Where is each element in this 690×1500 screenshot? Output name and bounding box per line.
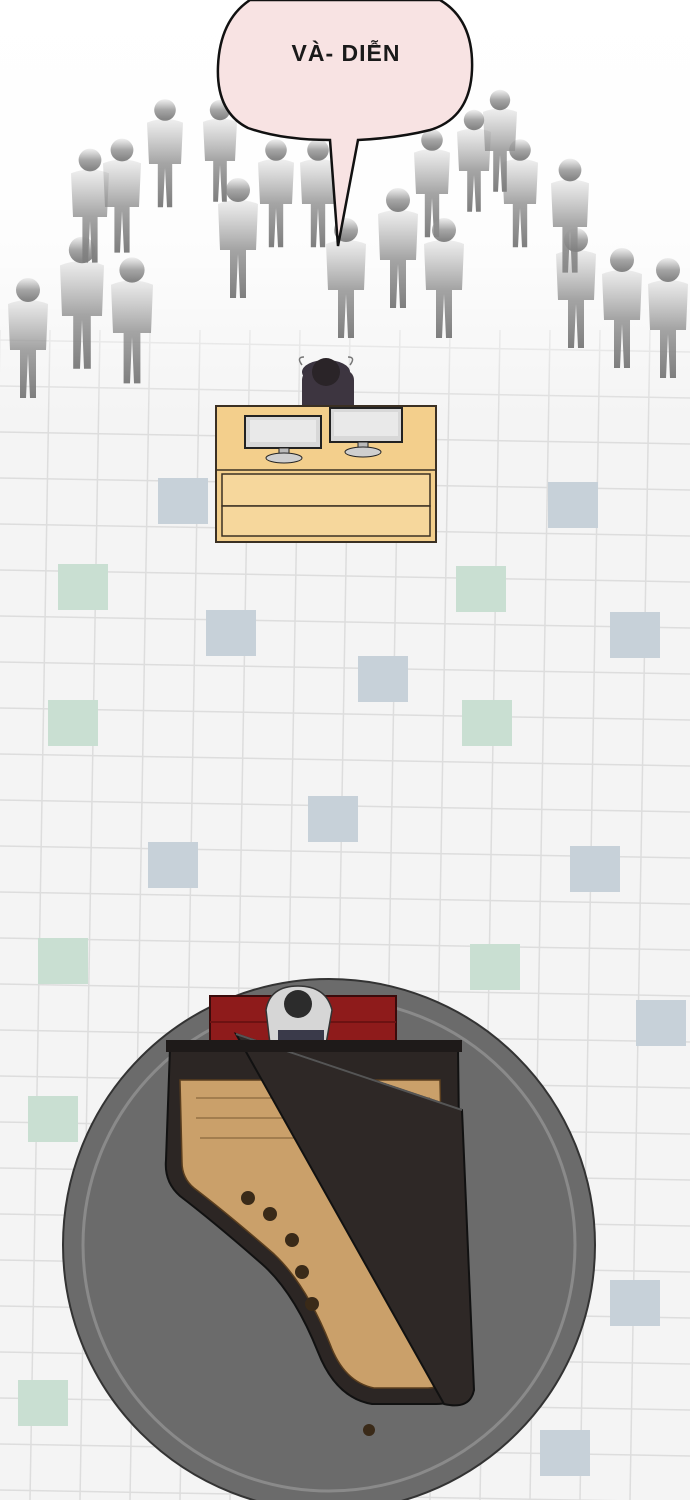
floor-accent-tile (308, 796, 358, 842)
floor-accent-tile (610, 612, 660, 658)
floor-accent-tile (610, 1280, 660, 1326)
floor-accent-tile (570, 846, 620, 892)
floor-accent-tile (470, 944, 520, 990)
floor-accent-tile (28, 1096, 78, 1142)
floor-accent-tile (636, 1000, 686, 1046)
floor-accent-tile (548, 482, 598, 528)
floor-accent-tile (38, 938, 88, 984)
floor-accent-tile (462, 700, 512, 746)
floor-accent-tile (18, 1380, 68, 1426)
floor-accent-tile (48, 700, 98, 746)
speech-bubble-text: VÀ- DIỄN (291, 40, 401, 66)
floor-accent-tile (58, 564, 108, 610)
floor-accent-tile (206, 610, 256, 656)
floor-accent-tile (358, 656, 408, 702)
comic-panel-scene (0, 0, 690, 1500)
floor-accent-tile (148, 842, 198, 888)
floor-accent-tile (158, 478, 208, 524)
floor-accent-tile (456, 566, 506, 612)
floor-accent-tile (540, 1430, 590, 1476)
